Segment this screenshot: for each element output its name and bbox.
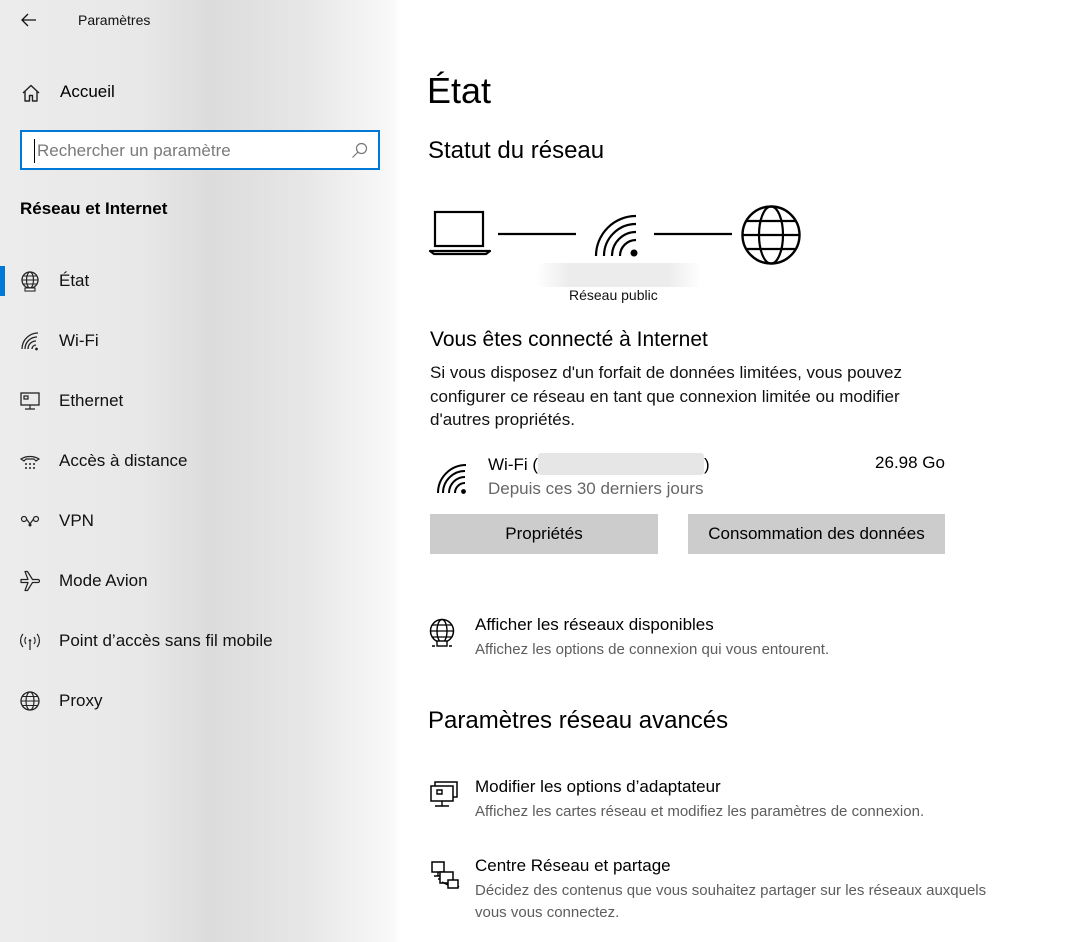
back-arrow-icon: [21, 13, 36, 27]
wifi-connection-row: Wi-Fi () 26.98 Go Depuis ces 30 derniers…: [430, 448, 950, 504]
home-icon: [22, 84, 40, 102]
adapter-name-prefix: Wi-Fi (: [488, 455, 539, 474]
data-usage-value: 26.98 Go: [875, 453, 945, 472]
globe-network-icon: [429, 618, 455, 647]
redacted-ssid: [538, 453, 705, 475]
sidebar-item-home[interactable]: Accueil: [0, 72, 400, 112]
change-adapter-options-link[interactable]: Modifier les options d’adaptateur Affich…: [428, 777, 1048, 827]
sidebar-item-proxy[interactable]: Proxy: [0, 672, 400, 732]
selection-indicator: [0, 266, 5, 296]
app-title: Paramètres: [78, 12, 151, 28]
search-input[interactable]: [34, 139, 334, 163]
globe-icon: [20, 691, 40, 711]
adapter-name: Wi-Fi (): [488, 453, 710, 475]
network-sharing-center-link[interactable]: Centre Réseau et partage Décidez des con…: [428, 856, 1048, 926]
link-description: Affichez les options de connexion qui vo…: [475, 641, 830, 658]
link-title: Modifier les options d’adaptateur: [475, 777, 721, 796]
link-description: Affichez les cartes réseau et modifiez l…: [475, 803, 925, 820]
sidebar-item-label: Mode Avion: [59, 571, 148, 590]
wifi-icon: [437, 464, 467, 494]
sidebar-item-dialup[interactable]: Accès à distance: [0, 432, 400, 492]
adapter-name-suffix: ): [704, 455, 710, 474]
sidebar: Paramètres Accueil Réseau et Internet Ét…: [0, 0, 400, 942]
sharing-center-icon: [431, 861, 460, 889]
sidebar-item-label: VPN: [59, 511, 94, 530]
ethernet-icon: [20, 392, 40, 410]
link-description: Décidez des contenus que vous souhaitez …: [475, 882, 987, 921]
wifi-icon: [21, 332, 39, 351]
search-box[interactable]: [20, 130, 380, 170]
globe-status-icon: [21, 271, 39, 292]
airplane-icon: [20, 570, 41, 592]
usage-period: Depuis ces 30 derniers jours: [488, 479, 704, 498]
sidebar-item-label: Wi-Fi: [59, 331, 99, 350]
sidebar-nav: État Wi-Fi Ethernet Accès à distance VPN…: [0, 252, 400, 732]
sidebar-item-airplane[interactable]: Mode Avion: [0, 552, 400, 612]
hotspot-icon: [20, 633, 40, 650]
internet-globe-icon: [741, 205, 801, 265]
properties-button[interactable]: Propriétés: [430, 514, 658, 554]
sidebar-item-label: Ethernet: [59, 391, 124, 410]
link-title: Centre Réseau et partage: [475, 856, 671, 875]
sidebar-item-label: Accès à distance: [59, 451, 188, 470]
sidebar-item-vpn[interactable]: VPN: [0, 492, 400, 552]
connection-description: Si vous disposez d'un forfait de données…: [430, 363, 902, 429]
sidebar-item-hotspot[interactable]: Point d’accès sans fil mobile: [0, 612, 400, 672]
data-usage-button[interactable]: Consommation des données: [688, 514, 945, 554]
dialup-icon: [19, 455, 41, 469]
sidebar-item-wifi[interactable]: Wi-Fi: [0, 312, 400, 372]
vpn-icon: [20, 515, 40, 527]
network-status-heading: Statut du réseau: [428, 137, 605, 164]
sidebar-item-label: État: [59, 271, 90, 290]
main-content: État Statut du réseau Réseau public Vous…: [400, 0, 1079, 942]
page-title: État: [427, 70, 492, 111]
wifi-signal-icon: [594, 214, 638, 257]
sidebar-item-label: Point d’accès sans fil mobile: [59, 631, 273, 650]
network-type-label: Réseau public: [569, 287, 658, 303]
title-bar: Paramètres: [0, 0, 400, 40]
laptop-icon: [428, 210, 492, 256]
section-heading: Réseau et Internet: [20, 199, 168, 218]
sidebar-item-label: Proxy: [59, 691, 103, 710]
search-icon[interactable]: [351, 142, 368, 159]
network-adapter-icon: [430, 781, 458, 807]
network-diagram: Réseau public: [428, 200, 808, 310]
sidebar-item-ethernet[interactable]: Ethernet: [0, 372, 400, 432]
home-label: Accueil: [60, 82, 115, 101]
back-button[interactable]: [14, 6, 44, 34]
link-title: Afficher les réseaux disponibles: [475, 615, 714, 634]
connection-status-title: Vous êtes connecté à Internet: [430, 328, 708, 351]
sidebar-item-etat[interactable]: État: [0, 252, 400, 312]
redacted-network-name: [536, 263, 701, 287]
show-available-networks-link[interactable]: Afficher les réseaux disponibles Affiche…: [428, 615, 1048, 665]
advanced-settings-heading: Paramètres réseau avancés: [428, 707, 729, 734]
